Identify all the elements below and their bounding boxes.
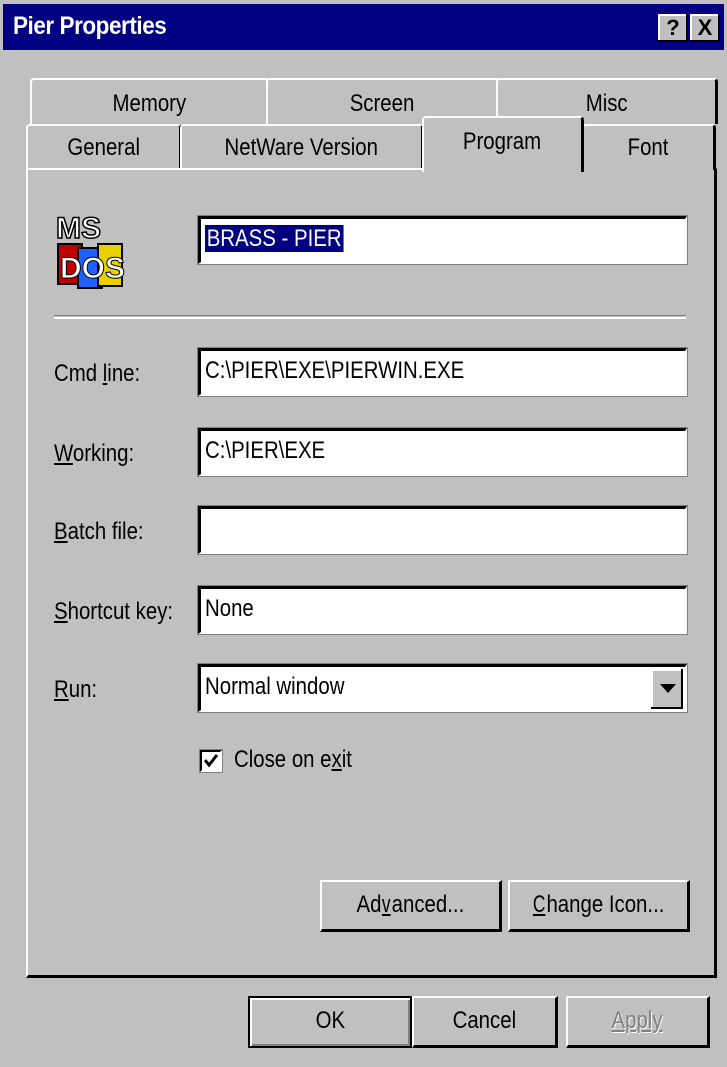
- tab-netware-version[interactable]: NetWare Version: [180, 124, 424, 170]
- cancel-button[interactable]: Cancel: [412, 996, 558, 1048]
- separator-highlight: [54, 317, 686, 319]
- batch-file-label: Batch file:: [54, 518, 144, 545]
- advanced-button[interactable]: Advanced...: [320, 880, 502, 932]
- run-dropdown[interactable]: Normal window: [197, 663, 688, 713]
- shortcut-key-label: Shortcut key:: [54, 598, 174, 625]
- close-on-exit-label: Close on exit: [234, 746, 352, 773]
- separator: [54, 315, 686, 316]
- working-field[interactable]: C:\PIER\EXE: [197, 427, 688, 477]
- close-on-exit-checkbox[interactable]: [199, 749, 223, 773]
- window-title: Pier Properties: [13, 12, 167, 40]
- properties-dialog: Pier Properties ? X Memory Screen Misc G…: [0, 0, 727, 1067]
- shortcut-key-value: None: [205, 595, 254, 622]
- apply-button[interactable]: Apply: [566, 996, 710, 1048]
- working-value: C:\PIER\EXE: [205, 437, 326, 464]
- help-button[interactable]: ?: [658, 14, 688, 42]
- cmd-line-label: Cmd line:: [54, 360, 141, 387]
- checkmark-icon: [203, 754, 219, 768]
- tab-memory[interactable]: Memory: [30, 78, 270, 124]
- close-button[interactable]: X: [690, 14, 720, 42]
- tab-font[interactable]: Font: [582, 124, 716, 170]
- ms-dos-icon: MS DOS: [54, 208, 130, 294]
- working-label: Working:: [54, 440, 135, 467]
- run-label: Run:: [54, 676, 98, 703]
- svg-text:DOS: DOS: [60, 252, 125, 285]
- tab-program[interactable]: Program: [422, 116, 584, 172]
- cmd-line-field[interactable]: C:\PIER\EXE\PIERWIN.EXE: [197, 347, 688, 397]
- run-value: Normal window: [205, 673, 345, 700]
- program-title-value: BRASS - PIER: [205, 225, 344, 252]
- tab-general[interactable]: General: [26, 124, 182, 170]
- chevron-down-icon[interactable]: [651, 669, 683, 709]
- shortcut-key-field[interactable]: None: [197, 585, 688, 635]
- program-title-field[interactable]: BRASS - PIER: [197, 215, 688, 265]
- ok-button[interactable]: OK: [248, 996, 412, 1048]
- title-bar: Pier Properties ? X: [3, 4, 724, 50]
- svg-text:MS: MS: [56, 212, 101, 245]
- change-icon-button[interactable]: Change Icon...: [508, 880, 690, 932]
- cmd-line-value: C:\PIER\EXE\PIERWIN.EXE: [205, 357, 465, 384]
- batch-file-field[interactable]: [197, 505, 688, 555]
